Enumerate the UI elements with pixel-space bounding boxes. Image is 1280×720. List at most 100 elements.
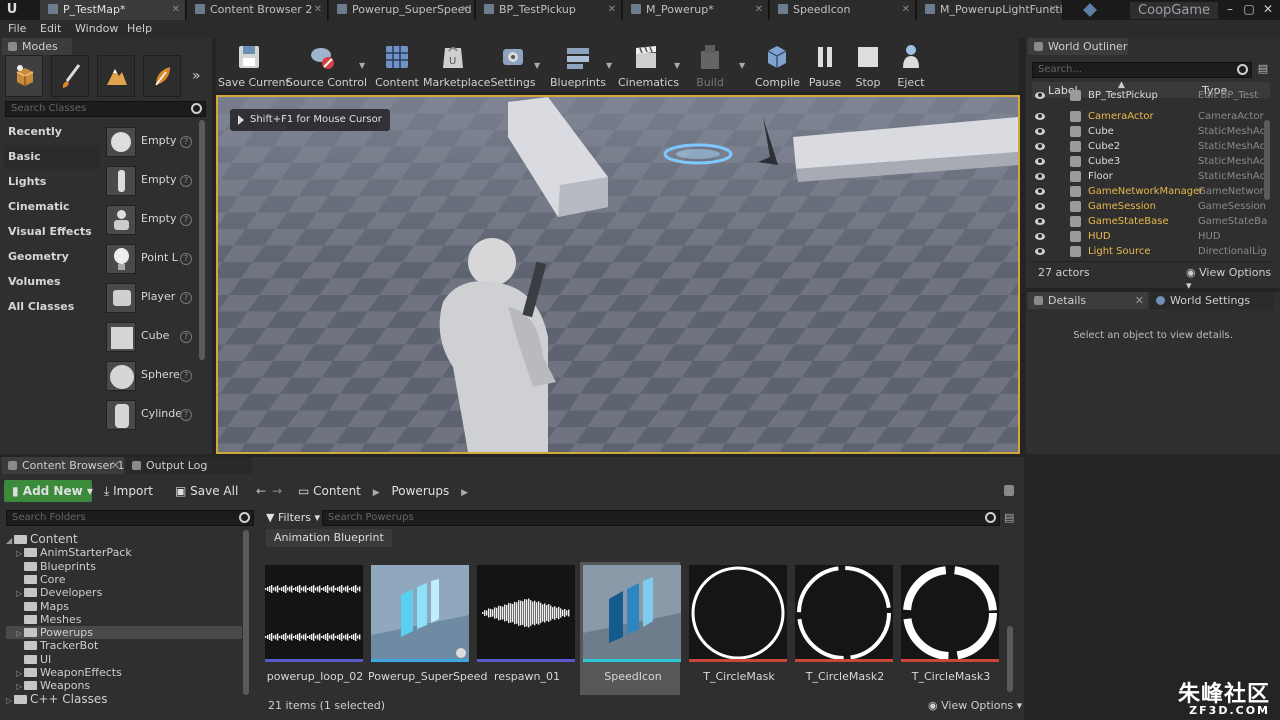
- modes-expand-icon[interactable]: »: [192, 68, 201, 84]
- source-control-dropdown-icon[interactable]: ▼: [359, 61, 365, 70]
- visibility-eye-icon[interactable]: [1035, 158, 1045, 165]
- filters-button[interactable]: ▼ Filters ▾: [266, 507, 320, 529]
- folder-tree-item[interactable]: UI: [6, 653, 242, 666]
- asset-tile[interactable]: SpeedIcon: [580, 562, 681, 695]
- history-back-icon[interactable]: ←: [256, 480, 266, 502]
- asset-tile[interactable]: T_CircleMask: [686, 562, 787, 695]
- category-visual-effects[interactable]: Visual Effects: [4, 220, 100, 244]
- unreal-logo-icon[interactable]: U: [3, 1, 21, 19]
- help-icon[interactable]: ?: [180, 370, 192, 382]
- outliner-row[interactable]: Cube StaticMeshAc: [1032, 124, 1270, 139]
- visibility-eye-icon[interactable]: [1035, 92, 1045, 99]
- outliner-row[interactable]: Cube2 StaticMeshAc: [1032, 139, 1270, 154]
- asset-tile[interactable]: powerup_loop_02: [262, 562, 363, 695]
- close-icon[interactable]: ✕: [1049, 0, 1057, 20]
- folder-tree-item[interactable]: ▷ Developers: [6, 586, 242, 599]
- outliner-row[interactable]: CameraActor CameraActor: [1032, 109, 1270, 124]
- expand-arrow-icon[interactable]: ▷: [16, 547, 24, 560]
- close-icon[interactable]: ✕: [902, 0, 910, 20]
- outliner-search-input[interactable]: Search...: [1032, 62, 1252, 78]
- place-item-empty-character[interactable]: Empty?: [104, 163, 196, 199]
- folder-tree-item[interactable]: ▷ AnimStarterPack: [6, 546, 242, 559]
- tab-m-powerup[interactable]: M_Powerup* ✕: [623, 0, 769, 20]
- folder-tree-item[interactable]: ▷ Weapons: [6, 679, 242, 692]
- blueprints-dropdown-icon[interactable]: ▼: [606, 61, 612, 70]
- outliner-row[interactable]: Floor StaticMeshAc: [1032, 169, 1270, 184]
- asset-view-options[interactable]: ◉ View Options ▾: [928, 699, 1022, 712]
- maximize-icon[interactable]: ▢: [1241, 1, 1257, 17]
- folder-tree-scrollbar[interactable]: [243, 530, 249, 695]
- outliner-row[interactable]: GameNetworkManager GameNetwork: [1032, 184, 1270, 199]
- tab-m-poweruplightfunction[interactable]: M_PowerupLightFuncti ✕: [917, 0, 1063, 20]
- outliner-row-type[interactable]: DirectionalLig: [1198, 244, 1270, 259]
- category-all-classes[interactable]: All Classes: [4, 295, 100, 319]
- outliner-row[interactable]: GameSession GameSession: [1032, 199, 1270, 214]
- visibility-eye-icon[interactable]: [1035, 248, 1045, 255]
- breadcrumb-arrow-icon[interactable]: ▶: [461, 488, 468, 498]
- outliner-row[interactable]: GameStateBase GameStateBa: [1032, 214, 1270, 229]
- close-icon[interactable]: ✕: [461, 0, 469, 20]
- outliner-row-type[interactable]: GameNetwork: [1198, 184, 1270, 199]
- visibility-eye-icon[interactable]: [1035, 203, 1045, 210]
- tab-content-browser-2[interactable]: Content Browser 2 ✕: [187, 0, 328, 20]
- build-dropdown-icon[interactable]: ▼: [739, 61, 745, 70]
- close-icon[interactable]: ✕: [755, 0, 763, 20]
- menu-edit[interactable]: Edit: [40, 22, 61, 35]
- close-icon[interactable]: ✕: [314, 0, 322, 20]
- folder-tree-item[interactable]: ▷ C++ Classes: [6, 692, 242, 706]
- tab-output-log[interactable]: Output Log: [126, 457, 252, 474]
- outliner-settings-icon[interactable]: ▤: [1256, 62, 1270, 78]
- tab-speedicon[interactable]: SpeedIcon ✕: [770, 0, 916, 20]
- build-button[interactable]: Build: [690, 40, 730, 90]
- outliner-row-type[interactable]: HUD: [1198, 229, 1270, 244]
- place-mode-button[interactable]: [5, 55, 43, 97]
- close-icon[interactable]: ✕: [111, 457, 120, 474]
- expand-arrow-icon[interactable]: ▷: [16, 667, 24, 680]
- outliner-scrollbar[interactable]: [1264, 120, 1270, 200]
- stop-button[interactable]: Stop: [850, 40, 886, 90]
- lock-icon[interactable]: [1004, 485, 1014, 496]
- place-item-point-light[interactable]: Point L?: [104, 241, 196, 277]
- outliner-row[interactable]: BP_TestPickup Edit BP_Test: [1032, 90, 1270, 109]
- category-basic[interactable]: Basic: [4, 145, 100, 169]
- eject-button[interactable]: Eject: [893, 40, 929, 90]
- marketplace-button[interactable]: U Marketplace: [423, 40, 490, 90]
- content-button[interactable]: Content: [375, 40, 419, 90]
- visibility-eye-icon[interactable]: [1035, 128, 1045, 135]
- folder-tree-item[interactable]: ▷ WeaponEffects: [6, 666, 242, 679]
- settings-button[interactable]: Settings: [489, 40, 537, 90]
- search-folders-input[interactable]: Search Folders: [6, 510, 254, 526]
- menu-help[interactable]: Help: [127, 22, 152, 35]
- place-item-cylinder[interactable]: Cylinde?: [104, 397, 196, 433]
- folder-tree-item[interactable]: TrackerBot: [6, 639, 242, 652]
- close-window-icon[interactable]: ✕: [1260, 1, 1276, 17]
- help-icon[interactable]: ?: [180, 409, 192, 421]
- asset-tile[interactable]: respawn_01: [474, 562, 575, 695]
- level-viewport[interactable]: Shift+F1 for Mouse Cursor: [216, 95, 1020, 454]
- help-icon[interactable]: ?: [180, 253, 192, 265]
- expand-arrow-icon[interactable]: ▷: [16, 587, 24, 600]
- save-current-button[interactable]: Save Current: [218, 40, 290, 90]
- outliner-view-options[interactable]: ◉ View Options ▾: [1186, 266, 1272, 292]
- folder-tree-item[interactable]: Core: [6, 573, 242, 586]
- collapse-arrow-icon[interactable]: ◢: [6, 534, 14, 547]
- outliner-row[interactable]: Cube3 StaticMeshAc: [1032, 154, 1270, 169]
- filter-chip-animation-blueprint[interactable]: Animation Blueprint: [266, 529, 392, 547]
- category-cinematic[interactable]: Cinematic: [4, 195, 100, 219]
- help-icon[interactable]: ?: [180, 214, 192, 226]
- folder-tree-item[interactable]: Meshes: [6, 613, 242, 626]
- outliner-row-type[interactable]: GameStateBa: [1198, 214, 1270, 229]
- place-item-empty-pawn[interactable]: Empty?: [104, 202, 196, 238]
- tab-content-browser-1[interactable]: Content Browser 1 ✕: [2, 457, 124, 474]
- help-icon[interactable]: ?: [180, 136, 192, 148]
- asset-scrollbar[interactable]: [1007, 626, 1013, 692]
- tab-powerup-superspeed[interactable]: Powerup_SuperSpeed ✕: [329, 0, 475, 20]
- help-icon[interactable]: ?: [180, 331, 192, 343]
- tab-p-testmap[interactable]: P_TestMap* ✕: [40, 0, 186, 20]
- menu-file[interactable]: File: [8, 22, 26, 35]
- save-all-button[interactable]: ▣ Save All: [175, 480, 238, 502]
- visibility-eye-icon[interactable]: [1035, 143, 1045, 150]
- visibility-eye-icon[interactable]: [1035, 173, 1045, 180]
- asset-tile[interactable]: T_CircleMask2: [792, 562, 893, 695]
- visibility-eye-icon[interactable]: [1035, 113, 1045, 120]
